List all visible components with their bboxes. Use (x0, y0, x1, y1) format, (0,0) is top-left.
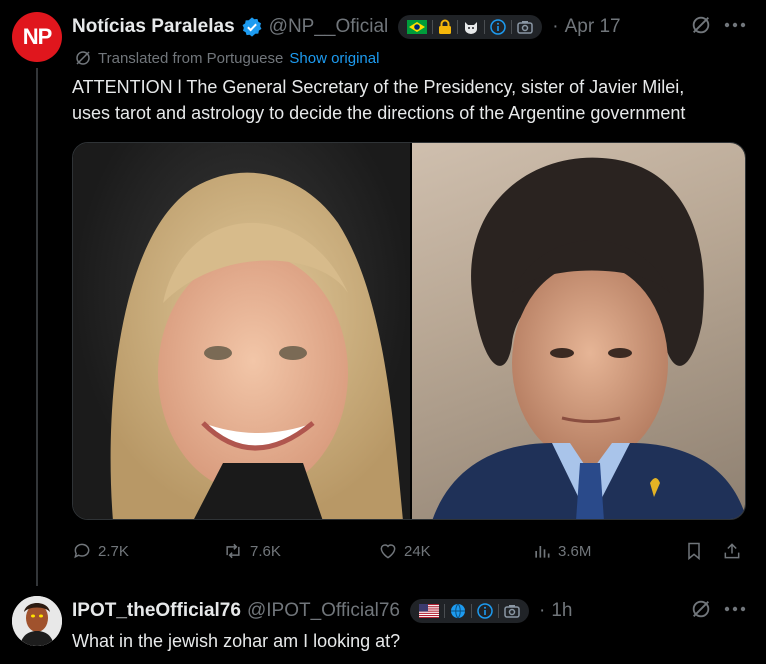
more-icon[interactable] (722, 12, 748, 38)
reply-avatar[interactable] (12, 596, 62, 646)
reply-more-icon[interactable] (722, 596, 748, 622)
reply-badge-group (410, 599, 530, 623)
badge-group (398, 15, 543, 39)
handle[interactable]: @NP__Oficial (269, 16, 389, 38)
reply-count: 2.7K (98, 542, 129, 560)
post-header: Notícias Paralelas @NP__Oficial · Apr 17 (72, 12, 621, 42)
lock-icon (438, 19, 452, 35)
brazil-flag-icon (407, 20, 428, 34)
repost-count: 7.6K (250, 542, 281, 560)
verified-icon (241, 16, 263, 38)
globe-icon (450, 603, 466, 619)
like-button[interactable]: 24K (378, 541, 431, 561)
avatar[interactable]: NP (12, 12, 62, 62)
media-grid[interactable] (72, 142, 746, 520)
portrait-woman-image (110, 172, 403, 519)
action-bar: 2.7K 7.6K 24K 3.6M (72, 538, 748, 564)
analytics-icon (535, 546, 550, 558)
post-text-line: uses tarot and astrology to decide the d… (72, 103, 686, 123)
post-text-line: ATTENTION l The General Secretary of the… (72, 77, 685, 97)
photo-left[interactable] (73, 143, 410, 519)
like-count: 24K (404, 542, 431, 560)
grok-icon[interactable] (688, 12, 714, 38)
cat-icon (463, 19, 479, 35)
heart-icon (380, 544, 396, 559)
post-time[interactable]: Apr 17 (565, 16, 621, 38)
camera-icon (517, 20, 534, 34)
reply-text: What in the jewish zohar am I looking at… (72, 631, 401, 651)
views-count: 3.6M (558, 542, 592, 560)
bookmark-button[interactable] (684, 541, 704, 561)
thread-line (36, 68, 38, 586)
views-button[interactable]: 3.6M (532, 541, 591, 561)
reply-camera-icon (504, 604, 520, 618)
reply-header: IPOT_theOfficial76 @IPOT_Official76 · 1h (72, 596, 572, 626)
portrait-man-image (432, 157, 745, 519)
info-icon (490, 19, 507, 35)
share-icon (724, 543, 740, 559)
reply-handle[interactable]: @IPOT_Official76 (247, 600, 400, 622)
bookmark-icon (688, 542, 700, 561)
reply-display-name[interactable]: IPOT_theOfficial76 (72, 600, 241, 622)
reply-avatar-image (12, 596, 62, 646)
reply-icon (74, 543, 90, 559)
translated-label: Translated from Portuguese (98, 49, 284, 67)
avatar-text: NP (22, 24, 53, 49)
reply-time[interactable]: 1h (551, 600, 572, 622)
reply-button[interactable]: 2.7K (72, 541, 129, 561)
us-flag-icon (419, 604, 440, 618)
repost-icon (226, 543, 240, 559)
reply-time-separator: · (539, 600, 546, 621)
translate-icon (74, 49, 92, 67)
repost-button[interactable]: 7.6K (222, 541, 281, 561)
share-button[interactable] (722, 541, 742, 561)
time-separator: · (552, 16, 559, 37)
translated-notice: Translated from Portuguese Show original (74, 49, 379, 67)
reply-grok-icon[interactable] (688, 596, 714, 622)
display-name[interactable]: Notícias Paralelas (72, 16, 235, 38)
post-text: ATTENTION l The General Secretary of the… (72, 74, 762, 126)
show-original-link[interactable]: Show original (289, 50, 379, 67)
photo-right[interactable] (412, 143, 745, 519)
reply-info-icon (477, 603, 493, 619)
